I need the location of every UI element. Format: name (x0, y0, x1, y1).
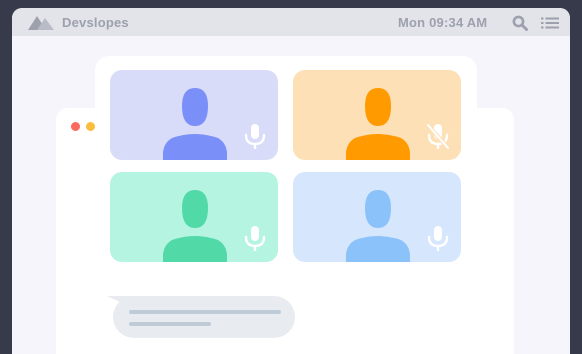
participant-tile-1[interactable] (110, 70, 278, 160)
window-close-dot[interactable] (71, 122, 80, 131)
participant-tile-3[interactable] (110, 172, 278, 262)
microphone-muted-icon[interactable] (427, 124, 449, 150)
mountain-logo-icon[interactable] (28, 14, 54, 30)
search-icon[interactable] (512, 15, 528, 31)
app-brand-name[interactable]: Devslopes (62, 15, 129, 30)
video-call-window (95, 56, 477, 354)
list-menu-icon[interactable] (541, 17, 559, 29)
microphone-icon[interactable] (427, 226, 449, 252)
participant-tile-2[interactable] (293, 70, 461, 160)
message-text-line (129, 322, 211, 326)
message-text-line (129, 310, 281, 314)
microphone-icon[interactable] (244, 124, 266, 150)
participant-tile-4[interactable] (293, 172, 461, 262)
menu-clock[interactable]: Mon 09:34 AM (398, 15, 487, 30)
person-avatar-icon (163, 88, 227, 160)
person-avatar-icon (346, 190, 410, 262)
window-minimize-dot[interactable] (86, 122, 95, 131)
desktop-screen: Devslopes Mon 09:34 AM (12, 8, 570, 354)
person-avatar-icon (163, 190, 227, 262)
microphone-icon[interactable] (244, 226, 266, 252)
chat-message-bubble[interactable] (113, 296, 295, 338)
menu-bar: Devslopes Mon 09:34 AM (12, 8, 570, 36)
person-avatar-icon (346, 88, 410, 160)
